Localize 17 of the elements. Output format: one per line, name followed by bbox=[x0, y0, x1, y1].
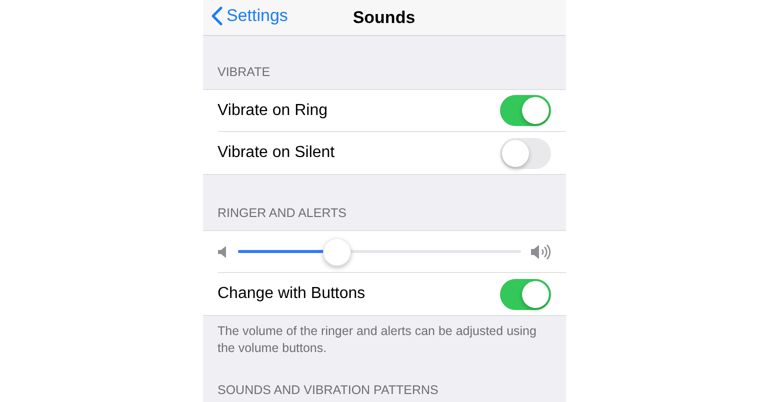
setting-label: Change with Buttons bbox=[218, 284, 366, 304]
chevron-left-icon bbox=[210, 6, 222, 26]
setting-label: Vibrate on Silent bbox=[218, 143, 335, 163]
page-title: Sounds bbox=[352, 6, 416, 29]
section-header: VIBRATE bbox=[218, 64, 270, 82]
volume-slider[interactable] bbox=[238, 238, 520, 266]
section-header: RINGER AND ALERTS bbox=[218, 205, 346, 222]
toggle-switch[interactable] bbox=[500, 278, 550, 310]
toggle-switch[interactable] bbox=[500, 138, 550, 168]
speaker-loud-icon bbox=[530, 244, 550, 260]
toggle-switch[interactable] bbox=[500, 95, 550, 126]
back-button[interactable]: Settings bbox=[210, 3, 288, 28]
speaker-low-icon bbox=[218, 246, 228, 258]
section-header: SOUNDS AND VIBRATION PATTERNS bbox=[218, 382, 438, 400]
slider-thumb[interactable] bbox=[322, 238, 351, 266]
setting-label: Vibrate on Ring bbox=[218, 100, 328, 120]
section-footer: The volume of the ringer and alerts can be adjusted using the volume buttons. bbox=[218, 323, 538, 357]
